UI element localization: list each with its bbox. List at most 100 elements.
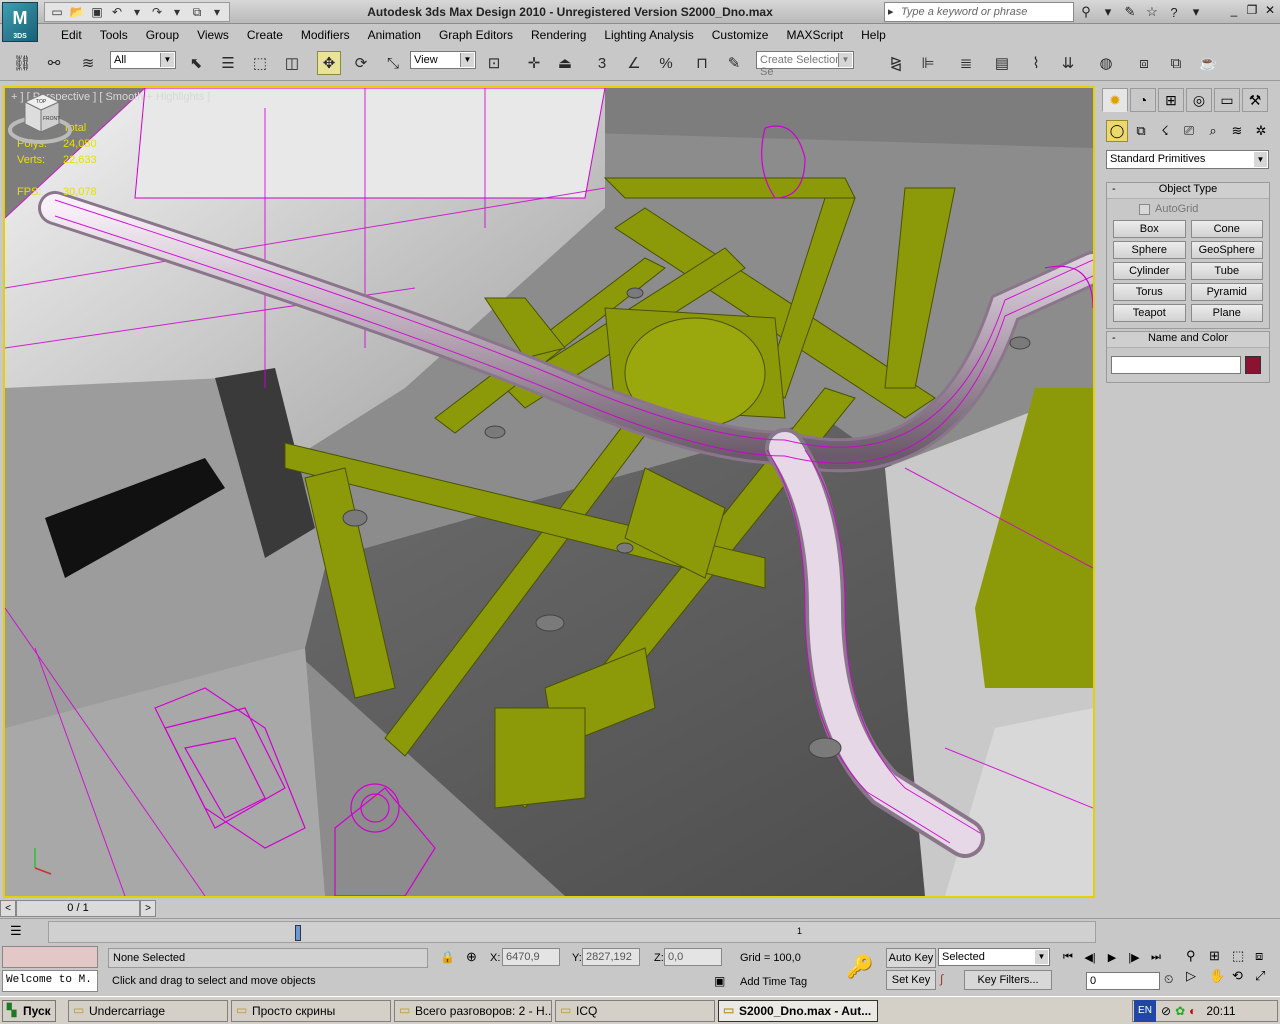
render-setup-icon[interactable]: ⧈ bbox=[1132, 51, 1156, 75]
select-by-name-icon[interactable]: ☰ bbox=[216, 51, 240, 75]
time-slider-next-icon[interactable]: > bbox=[140, 900, 156, 917]
key-selection-dropdown[interactable]: Selected bbox=[938, 948, 1050, 966]
modify-tab-icon[interactable]: ◔ bbox=[1130, 88, 1156, 112]
unlink-icon[interactable]: ⚯ bbox=[42, 51, 66, 75]
pyramid-button[interactable]: Pyramid bbox=[1190, 283, 1263, 301]
hierarchy-tab-icon[interactable]: ⊞ bbox=[1158, 88, 1184, 112]
helpers-icon[interactable]: ⌕ bbox=[1202, 120, 1224, 142]
time-tag-icon[interactable]: ▣ bbox=[714, 974, 725, 988]
pan-icon[interactable]: ✋ bbox=[1209, 968, 1231, 984]
maximize-viewport-icon[interactable]: ⤢ bbox=[1255, 968, 1277, 984]
key-filters-button[interactable]: Key Filters... bbox=[964, 970, 1052, 990]
select-and-move-icon[interactable]: ✥ bbox=[317, 51, 341, 75]
project-folder-icon[interactable]: ⧉ bbox=[188, 4, 206, 20]
align-icon[interactable]: ⊫ bbox=[916, 51, 940, 75]
box-button[interactable]: Box bbox=[1113, 220, 1186, 238]
selection-filter-dropdown[interactable]: All bbox=[110, 51, 176, 69]
sphere-button[interactable]: Sphere bbox=[1113, 241, 1186, 259]
select-manipulate-icon[interactable]: ✛ bbox=[522, 51, 546, 75]
restore-icon[interactable]: ❐ bbox=[1244, 2, 1260, 18]
zoom-icon[interactable]: ⚲ bbox=[1186, 948, 1208, 964]
menu-tools[interactable]: Tools bbox=[91, 28, 137, 42]
taskbar-item-3dsmax[interactable]: S2000_Dno.max - Aut... bbox=[718, 1000, 878, 1022]
tray-clock[interactable]: 20:11 bbox=[1206, 1004, 1235, 1018]
help-icon[interactable]: ? bbox=[1164, 2, 1184, 22]
plane-button[interactable]: Plane bbox=[1190, 304, 1263, 322]
name-and-color-rollout-title[interactable]: Name and Color bbox=[1107, 332, 1269, 348]
geometry-icon[interactable]: ◯ bbox=[1106, 120, 1128, 142]
menu-create[interactable]: Create bbox=[238, 28, 292, 42]
menu-maxscript[interactable]: MAXScript bbox=[777, 28, 852, 42]
taskbar-item-icq[interactable]: ICQ bbox=[555, 1000, 715, 1022]
favorites-star-icon[interactable]: ☆ bbox=[1142, 2, 1162, 22]
perspective-viewport[interactable]: + ] [ Perspective ] [ Smooth + Highlight… bbox=[3, 86, 1095, 898]
qat-dropdown-icon[interactable]: ▾ bbox=[208, 4, 226, 20]
rendered-frame-window-icon[interactable]: ⧉ bbox=[1164, 51, 1188, 75]
graphite-tools-icon[interactable]: ▤ bbox=[990, 51, 1014, 75]
help-dropdown-icon[interactable]: ▾ bbox=[1186, 2, 1206, 22]
current-time-marker[interactable] bbox=[295, 925, 301, 941]
track-bar-ruler[interactable]: 1 bbox=[48, 921, 1096, 943]
absolute-offset-mode-icon[interactable]: ⊕ bbox=[466, 949, 477, 965]
bind-space-warp-icon[interactable]: ≋ bbox=[76, 51, 100, 75]
time-slider-prev-icon[interactable]: < bbox=[0, 900, 16, 917]
maxscript-listener-input[interactable]: Welcome to M. bbox=[2, 970, 98, 992]
network-icon[interactable]: ⊘ bbox=[1161, 1004, 1171, 1018]
zoom-all-icon[interactable]: ⊞ bbox=[1209, 948, 1231, 964]
field-of-view-icon[interactable]: ▷ bbox=[1186, 968, 1208, 984]
cone-button[interactable]: Cone bbox=[1190, 220, 1263, 238]
menu-group[interactable]: Group bbox=[137, 28, 188, 42]
play-icon[interactable]: ▶ bbox=[1102, 948, 1122, 966]
orbit-icon[interactable]: ⟲ bbox=[1232, 968, 1254, 984]
close-icon[interactable]: ✕ bbox=[1262, 2, 1278, 18]
autogrid-checkbox[interactable]: AutoGrid bbox=[1139, 203, 1269, 215]
torus-button[interactable]: Torus bbox=[1113, 283, 1186, 301]
application-button[interactable]: M 3DS bbox=[2, 2, 38, 42]
keyboard-shortcut-override-icon[interactable]: ⏏ bbox=[553, 51, 577, 75]
tube-button[interactable]: Tube bbox=[1190, 262, 1263, 280]
utilities-tab-icon[interactable]: ⚒ bbox=[1242, 88, 1268, 112]
space-warps-icon[interactable]: ≋ bbox=[1226, 120, 1248, 142]
mirror-icon[interactable]: ⧎ bbox=[884, 51, 908, 75]
menu-customize[interactable]: Customize bbox=[703, 28, 778, 42]
go-to-start-icon[interactable]: ⏮ bbox=[1058, 948, 1078, 966]
zoom-extents-icon[interactable]: ⬚ bbox=[1232, 948, 1254, 964]
pivot-center-icon[interactable]: ⊡ bbox=[482, 51, 506, 75]
named-selection-set-input[interactable]: Create Selection Se bbox=[756, 51, 854, 78]
menu-lighting-analysis[interactable]: Lighting Analysis bbox=[595, 28, 702, 42]
cylinder-button[interactable]: Cylinder bbox=[1113, 262, 1186, 280]
percent-snap-icon[interactable]: % bbox=[654, 51, 678, 75]
menu-views[interactable]: Views bbox=[188, 28, 238, 42]
object-color-swatch[interactable] bbox=[1245, 356, 1261, 374]
systems-icon[interactable]: ✲ bbox=[1250, 120, 1272, 142]
redo-icon[interactable]: ↷ bbox=[148, 4, 166, 20]
spinner-snap-icon[interactable]: ⊓ bbox=[690, 51, 714, 75]
select-and-rotate-icon[interactable]: ⟳ bbox=[349, 51, 373, 75]
set-key-button[interactable]: Set Key bbox=[886, 970, 936, 990]
selection-lock-icon[interactable]: 🔒 bbox=[440, 950, 455, 964]
window-crossing-icon[interactable]: ◫ bbox=[280, 51, 304, 75]
reference-coordinate-dropdown[interactable]: View bbox=[410, 51, 476, 69]
schematic-view-icon[interactable]: ⇊ bbox=[1056, 51, 1080, 75]
display-tab-icon[interactable]: ▭ bbox=[1214, 88, 1240, 112]
menu-rendering[interactable]: Rendering bbox=[522, 28, 595, 42]
maxscript-listener-output[interactable] bbox=[2, 946, 98, 968]
open-file-icon[interactable]: 📂 bbox=[68, 4, 86, 20]
binoculars-icon[interactable]: ⚲ bbox=[1076, 2, 1096, 22]
current-frame-field[interactable]: 0 bbox=[1086, 972, 1160, 990]
select-and-scale-icon[interactable]: ⤡ bbox=[381, 51, 405, 75]
z-coordinate-field[interactable]: 0,0 bbox=[664, 948, 722, 966]
layer-manager-icon[interactable]: ≣ bbox=[954, 51, 978, 75]
new-file-icon[interactable]: ▭ bbox=[48, 4, 66, 20]
icq-flower-icon[interactable]: ✿ bbox=[1175, 1004, 1185, 1018]
undo-icon[interactable]: ↶ bbox=[108, 4, 126, 20]
x-coordinate-field[interactable]: 6470,9 bbox=[502, 948, 560, 966]
viewcube-icon[interactable]: TOP FRONT bbox=[5, 88, 75, 148]
taskbar-item-undercarriage[interactable]: Undercarriage bbox=[68, 1000, 228, 1022]
geosphere-button[interactable]: GeoSphere bbox=[1190, 241, 1263, 259]
rectangular-selection-icon[interactable]: ⬚ bbox=[248, 51, 272, 75]
mini-curve-editor-icon[interactable]: ☰ bbox=[10, 923, 22, 939]
menu-edit[interactable]: Edit bbox=[52, 28, 91, 42]
autogrid-checkbox-box[interactable] bbox=[1139, 203, 1150, 215]
angle-snap-icon[interactable]: ∠ bbox=[622, 51, 646, 75]
